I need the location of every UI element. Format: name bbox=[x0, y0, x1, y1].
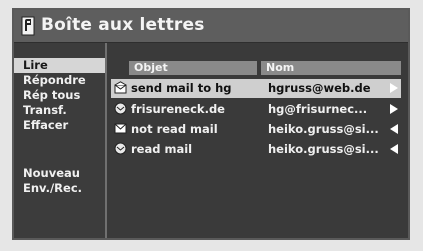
outgoing-arrow-icon bbox=[390, 104, 398, 114]
outgoing-arrow-icon bbox=[390, 83, 398, 93]
message-row[interactable]: frisureneck.de hg@frisurnec... bbox=[111, 100, 401, 119]
action-menu: Lire Répondre Rép tous Transf. Effacer N… bbox=[14, 43, 105, 238]
envelope-open-icon bbox=[114, 81, 127, 94]
mailbox-icon bbox=[21, 16, 35, 36]
incoming-arrow-icon bbox=[390, 144, 398, 154]
message-subject: send mail to hg bbox=[131, 81, 232, 95]
column-header-sender[interactable]: Nom bbox=[261, 61, 401, 75]
menu-item-forward[interactable]: Transf. bbox=[14, 103, 105, 118]
menu-item-delete[interactable]: Effacer bbox=[14, 118, 105, 133]
menu-item-reply-all[interactable]: Rép tous bbox=[14, 88, 105, 103]
menu-item-read[interactable]: Lire bbox=[14, 58, 105, 73]
message-sender: heiko.gruss@si... bbox=[268, 122, 379, 136]
device-screen: Boîte aux lettres Lire Répondre Rép tous… bbox=[0, 0, 423, 251]
message-sender: hg@frisurnec... bbox=[268, 102, 368, 116]
message-sender: hgruss@web.de bbox=[268, 81, 371, 95]
message-subject: frisureneck.de bbox=[131, 102, 225, 116]
envelope-read-icon bbox=[114, 102, 127, 115]
envelope-unread-icon bbox=[114, 123, 127, 134]
message-row[interactable]: read mail heiko.gruss@si... bbox=[111, 140, 401, 159]
title-bar: Boîte aux lettres bbox=[14, 10, 408, 43]
window-title: Boîte aux lettres bbox=[41, 15, 205, 35]
menu-item-new[interactable]: Nouveau bbox=[14, 166, 105, 181]
message-subject: read mail bbox=[131, 142, 193, 156]
mailbox-window: Boîte aux lettres Lire Répondre Rép tous… bbox=[12, 8, 410, 240]
envelope-read-icon bbox=[114, 142, 127, 155]
incoming-arrow-icon bbox=[390, 124, 398, 134]
menu-item-reply[interactable]: Répondre bbox=[14, 73, 105, 88]
message-row[interactable]: send mail to hg hgruss@web.de bbox=[111, 79, 401, 98]
message-subject: not read mail bbox=[131, 122, 218, 136]
menu-item-send-receive[interactable]: Env./Rec. bbox=[14, 181, 105, 196]
column-header-subject[interactable]: Objet bbox=[129, 61, 257, 75]
message-sender: heiko.gruss@si... bbox=[268, 142, 379, 156]
message-row[interactable]: not read mail heiko.gruss@si... bbox=[111, 120, 401, 139]
message-list: Objet Nom send mail to hg hgruss@web.de bbox=[107, 43, 408, 238]
